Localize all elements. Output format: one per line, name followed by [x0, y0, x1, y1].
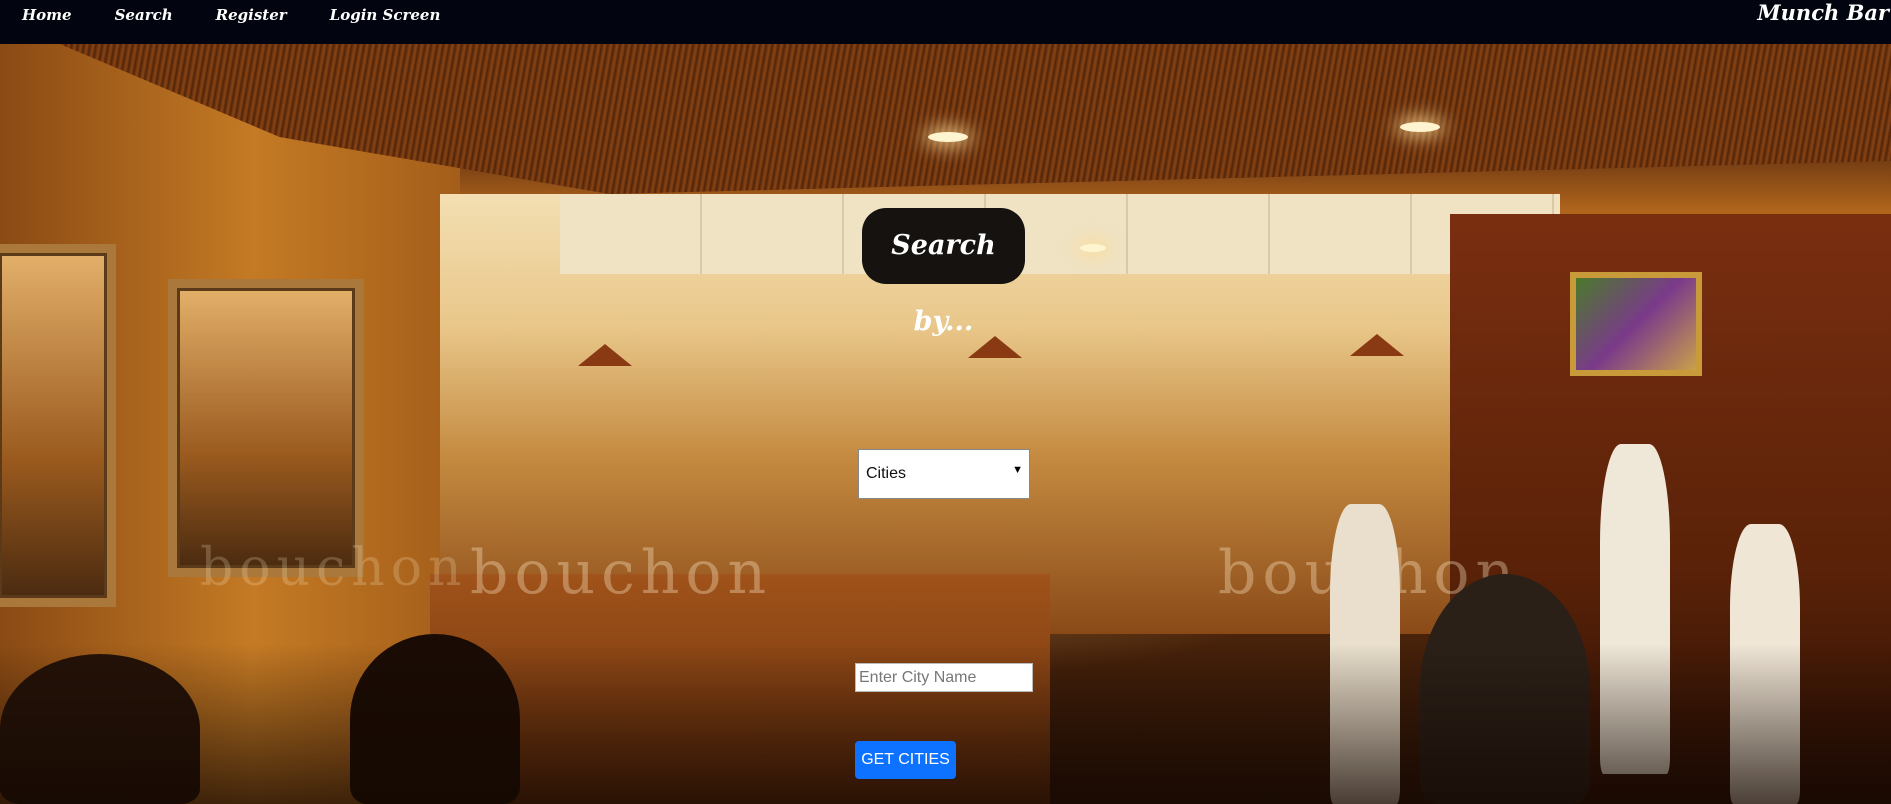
scene-mirror — [0, 244, 116, 607]
ceiling-light — [928, 132, 968, 142]
get-cities-button[interactable]: GET CITIES — [855, 741, 956, 779]
nav-link-home[interactable]: Home — [22, 5, 72, 25]
nav-link-register[interactable]: Register — [216, 5, 287, 25]
top-navbar: Home Search Register Login Screen Munch … — [0, 0, 1891, 44]
brand-name[interactable]: Munch Bar — [1757, 0, 1889, 26]
window-lettering: bouchon — [200, 538, 468, 598]
city-name-input[interactable] — [855, 663, 1033, 692]
scene-mirror — [168, 279, 364, 577]
scene-kitchen-ceiling — [560, 194, 1560, 274]
ceiling-light — [1400, 122, 1440, 132]
city-select-value: Cities — [866, 465, 907, 482]
window-lettering: bouchon — [470, 538, 773, 608]
city-select-dropdown[interactable]: Cities ▼ — [858, 449, 1030, 499]
nav-link-search[interactable]: Search — [115, 5, 173, 25]
nav-links: Home Search Register Login Screen — [22, 5, 483, 25]
search-heading: Search by... — [862, 208, 1025, 337]
nav-link-login-screen[interactable]: Login Screen — [330, 5, 441, 25]
dropdown-triangle-icon: ▼ — [1012, 464, 1023, 476]
ceiling-light — [1080, 244, 1106, 252]
scene-painting — [1570, 272, 1702, 376]
